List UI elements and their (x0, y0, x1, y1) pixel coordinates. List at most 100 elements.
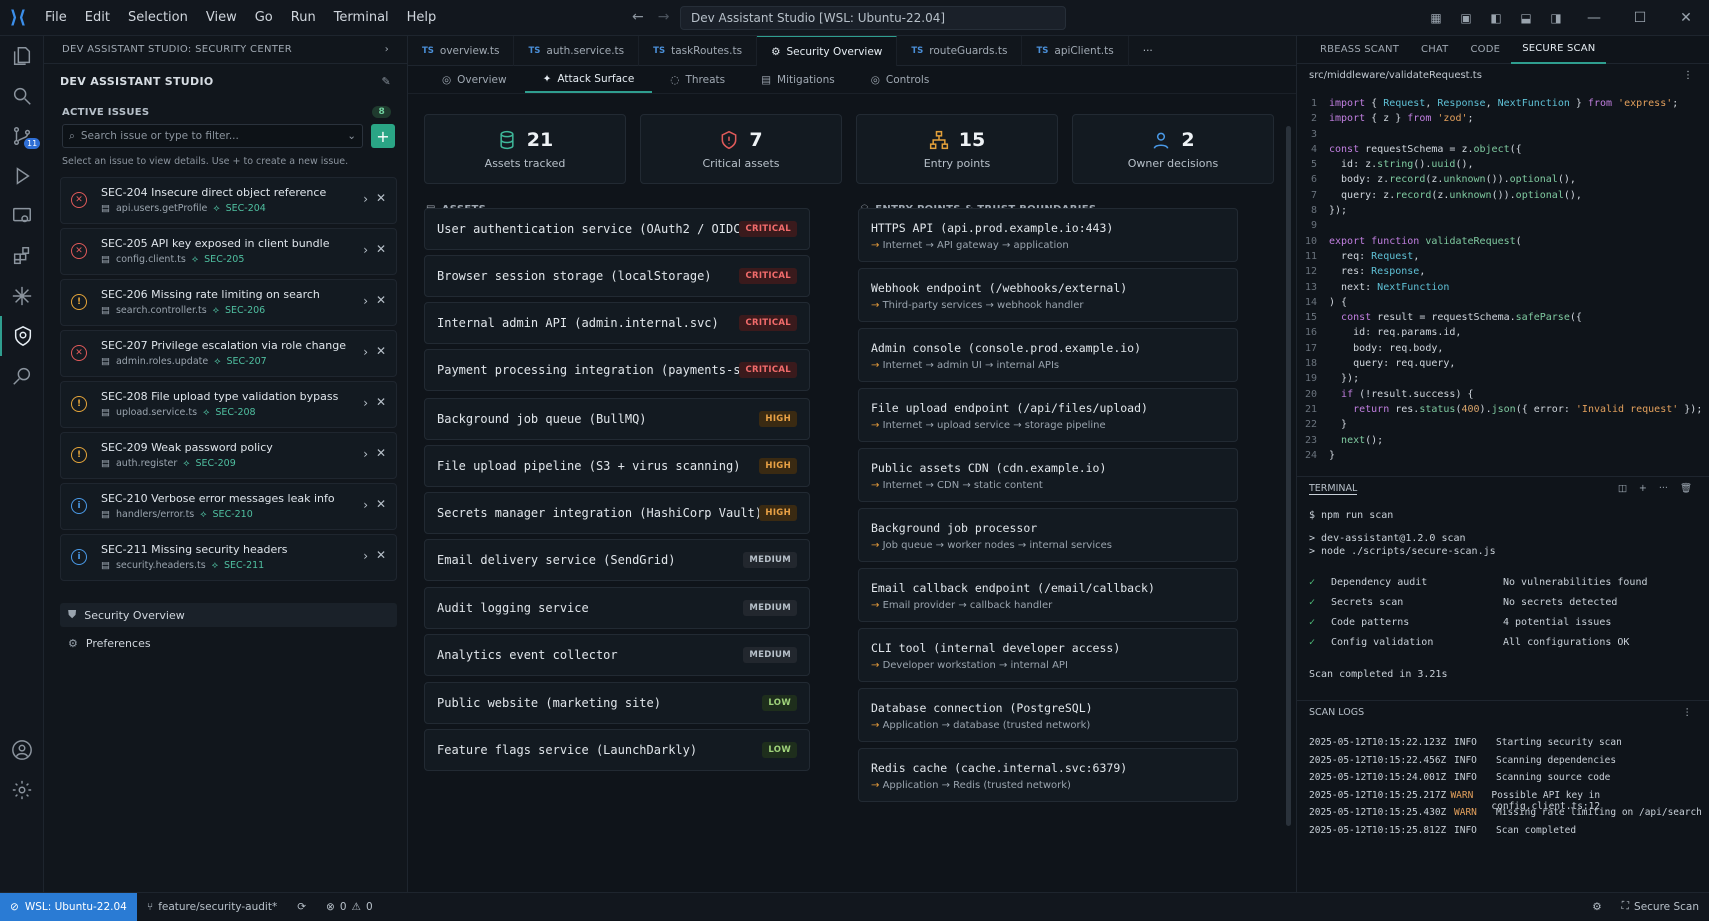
menu-terminal[interactable]: Terminal (325, 10, 398, 25)
sync-button[interactable]: ⟳ (287, 901, 316, 913)
close-window-button[interactable]: ✕ (1663, 10, 1709, 26)
close-icon[interactable]: ✕ (376, 446, 386, 460)
command-center[interactable]: Dev Assistant Studio [WSL: Ubuntu-22.04] (680, 6, 1066, 30)
entry-point-row[interactable]: Public assets CDN (cdn.example.io) → Inte… (858, 448, 1238, 502)
entry-point-row[interactable]: Background job processor → Job queue → wo… (858, 508, 1238, 562)
forward-arrow-icon[interactable]: → (658, 9, 670, 25)
close-icon[interactable]: ✕ (376, 395, 386, 409)
toggle-secondary-sidebar-icon[interactable]: ◨ (1541, 11, 1571, 25)
menu-edit[interactable]: Edit (76, 10, 119, 25)
entry-point-row[interactable]: Admin console (console.prod.example.io) →… (858, 328, 1238, 382)
close-icon[interactable]: ✕ (376, 191, 386, 205)
asset-row[interactable]: Payment processing integration (payments… (424, 349, 810, 391)
asset-row[interactable]: File upload pipeline (S3 + virus scannin… (424, 445, 810, 487)
security-center-icon[interactable] (0, 316, 44, 356)
run-debug-icon[interactable] (0, 156, 44, 196)
chevron-right-icon[interactable]: › (363, 498, 368, 512)
entry-point-row[interactable]: CLI tool (internal developer access) → De… (858, 628, 1238, 682)
menu-selection[interactable]: Selection (119, 10, 197, 25)
tab-code[interactable]: CODE (1460, 36, 1512, 64)
trash-icon[interactable]: 🗑 (1680, 483, 1692, 494)
asset-row[interactable]: Background job queue (BullMQ) HIGH (424, 398, 810, 440)
asset-row[interactable]: Secrets manager integration (HashiCorp V… (424, 492, 810, 534)
toggle-sidebar-icon[interactable]: ◧ (1481, 11, 1511, 25)
secure-scan-status[interactable]: ⛶ Secure Scan (1612, 900, 1709, 913)
layout-grid-icon[interactable]: ▣ (1451, 11, 1481, 25)
tab-secure-scan[interactable]: SECURE SCAN (1511, 36, 1607, 64)
edit-pencil-icon[interactable]: ✎ (381, 75, 391, 88)
subtab-mitigations[interactable]: ▤ Mitigations (743, 66, 853, 93)
tab-overview-ts[interactable]: TS overview.ts (408, 36, 515, 66)
menu-file[interactable]: File (36, 10, 76, 25)
split-terminal-icon[interactable]: ◫ (1618, 483, 1627, 494)
problems-indicator[interactable]: ⊗ 0 ⚠ 0 (316, 901, 383, 913)
asset-row[interactable]: Email delivery service (SendGrid) MEDIUM (424, 539, 810, 581)
menu-run[interactable]: Run (282, 10, 325, 25)
tab-routeguards-ts[interactable]: TS routeGuards.ts (897, 36, 1023, 66)
entry-point-row[interactable]: Redis cache (cache.internal.svc:6379) → A… (858, 748, 1238, 802)
chevron-right-icon[interactable]: › (363, 549, 368, 563)
asset-row[interactable]: Browser session storage (localStorage) CR… (424, 255, 810, 297)
subtab-overview[interactable]: ◎ Overview (424, 66, 525, 93)
subtab-controls[interactable]: ◎ Controls (853, 66, 948, 93)
add-issue-button[interactable]: + (371, 124, 395, 148)
more-options-icon[interactable]: ··· (1659, 483, 1668, 494)
issue-search-input[interactable]: ⌕ Search issue or type to filter... ⌄ (62, 124, 363, 148)
issue-item[interactable]: ✕ SEC-204 Insecure direct object referenc… (60, 177, 397, 224)
chevron-right-icon[interactable]: › (385, 44, 389, 55)
search-scan-icon[interactable] (0, 356, 44, 396)
issue-item[interactable]: ! SEC-209 Weak password policy ▤ auth.regis… (60, 432, 397, 479)
close-icon[interactable]: ✕ (376, 548, 386, 562)
more-vertical-icon[interactable]: ⋮ (1683, 70, 1693, 81)
code-viewer[interactable]: 1 import { Request, Response, NextFunctio… (1297, 98, 1709, 465)
tab-chat[interactable]: CHAT (1410, 36, 1459, 64)
entry-point-row[interactable]: File upload endpoint (/api/files/upload)… (858, 388, 1238, 442)
source-control-icon[interactable]: 11 (0, 116, 44, 156)
issue-item[interactable]: i SEC-211 Missing security headers ▤ securi… (60, 534, 397, 581)
editor-scrollbar[interactable] (1286, 126, 1291, 826)
search-icon[interactable] (0, 76, 44, 116)
asset-row[interactable]: Internal admin API (admin.internal.svc) C… (424, 302, 810, 344)
preferences-link[interactable]: ⚙ Preferences (60, 631, 397, 655)
close-icon[interactable]: ✕ (376, 242, 386, 256)
entry-point-row[interactable]: Database connection (PostgreSQL) → Applic… (858, 688, 1238, 742)
tab-apiclient-ts[interactable]: TS apiClient.ts (1022, 36, 1129, 66)
issue-item[interactable]: ! SEC-208 File upload type validation byp… (60, 381, 397, 428)
tab-security-overview[interactable]: ⚙ Security Overview (757, 36, 898, 66)
asset-row[interactable]: Feature flags service (LaunchDarkly) LOW (424, 729, 810, 771)
account-icon[interactable] (0, 730, 44, 770)
entry-point-row[interactable]: Webhook endpoint (/webhooks/external) → T… (858, 268, 1238, 322)
remote-explorer-icon[interactable] (0, 196, 44, 236)
back-arrow-icon[interactable]: ← (632, 9, 644, 25)
toggle-panel-icon[interactable]: ⬓ (1511, 11, 1541, 25)
chevron-right-icon[interactable]: › (363, 447, 368, 461)
issue-item[interactable]: ✕ SEC-205 API key exposed in client bundl… (60, 228, 397, 275)
entry-point-row[interactable]: Email callback endpoint (/email/callback… (858, 568, 1238, 622)
explorer-icon[interactable] (0, 36, 44, 76)
customize-layout-icon[interactable]: ▦ (1421, 11, 1451, 25)
issue-item[interactable]: ! SEC-206 Missing rate limiting on search… (60, 279, 397, 326)
tab-overflow[interactable]: ··· (1129, 36, 1167, 66)
ai-assistant-icon[interactable] (0, 276, 44, 316)
close-icon[interactable]: ✕ (376, 497, 386, 511)
chevron-right-icon[interactable]: › (363, 243, 368, 257)
close-icon[interactable]: ✕ (376, 293, 386, 307)
chevron-right-icon[interactable]: › (363, 192, 368, 206)
tab-auth-service-ts[interactable]: TS auth.service.ts (514, 36, 640, 66)
security-overview-link[interactable]: ⛊ Security Overview (60, 603, 397, 627)
close-icon[interactable]: ✕ (376, 344, 386, 358)
menu-help[interactable]: Help (398, 10, 446, 25)
maximize-button[interactable]: ☐ (1617, 10, 1663, 26)
menu-go[interactable]: Go (246, 10, 282, 25)
asset-row[interactable]: Public website (marketing site) LOW (424, 682, 810, 724)
entry-point-row[interactable]: HTTPS API (api.prod.example.io:443) → Int… (858, 208, 1238, 262)
subtab-attack-surface[interactable]: ✦ Attack Surface (524, 66, 653, 93)
new-terminal-icon[interactable]: + (1639, 483, 1647, 494)
menu-view[interactable]: View (197, 10, 246, 25)
asset-row[interactable]: User authentication service (OAuth2 / OI… (424, 208, 810, 250)
issue-item[interactable]: ✕ SEC-207 Privilege escalation via role c… (60, 330, 397, 377)
more-vertical-icon[interactable]: ⋮ (1683, 707, 1693, 718)
asset-row[interactable]: Analytics event collector MEDIUM (424, 634, 810, 676)
remote-indicator[interactable]: ⊘ WSL: Ubuntu-22.04 (0, 892, 137, 921)
tab-rbeass-scant[interactable]: RBEASS SCANT (1309, 36, 1410, 64)
